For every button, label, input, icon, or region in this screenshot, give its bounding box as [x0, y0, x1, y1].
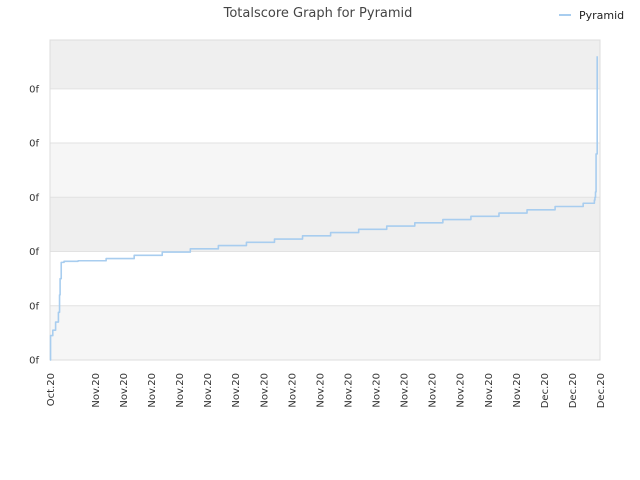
x-tick-label: Nov.20 [484, 373, 495, 408]
x-tick-label: Dec.20 [596, 373, 607, 408]
x-tick-label: Nov.20 [259, 373, 270, 408]
y-tick-label: 0f [29, 301, 39, 312]
x-tick-label: Dec.20 [540, 373, 551, 408]
y-tick-label: 0f [29, 84, 39, 95]
chart-title: Totalscore Graph for Pyramid [223, 6, 413, 21]
x-tick-label: Nov.20 [91, 373, 102, 408]
x-tick-label: Nov.20 [372, 373, 383, 408]
x-tick-label: Oct.20 [46, 373, 57, 406]
legend-label: Pyramid [579, 9, 624, 22]
x-tick-label: Nov.20 [203, 373, 214, 408]
y-tick-label: 0f [29, 193, 39, 204]
y-tick-label: 0f [29, 356, 39, 367]
x-tick-label: Nov.20 [400, 373, 411, 408]
x-tick-label: Nov.20 [512, 373, 523, 408]
x-tick-label: Dec.20 [568, 373, 579, 408]
x-tick-label: Nov.20 [119, 373, 130, 408]
x-tick-label: Nov.20 [287, 373, 298, 408]
x-tick-label: Nov.20 [343, 373, 354, 408]
y-tick-label: 0f [29, 139, 39, 150]
plot-band [50, 197, 600, 252]
x-tick-label: Nov.20 [428, 373, 439, 408]
y-tick-label: 0f [29, 247, 39, 258]
plot-bands [50, 40, 600, 360]
legend: Pyramid [559, 9, 624, 22]
x-tick-label: Nov.20 [315, 373, 326, 408]
plot-band [50, 143, 600, 198]
y-axis-ticks: 0f 0f 0f 0f 0f 0f [29, 84, 39, 366]
plot-band [50, 40, 600, 89]
plot-band [50, 305, 600, 360]
x-tick-label: Nov.20 [147, 373, 158, 408]
plot-band [50, 88, 600, 144]
x-tick-label: Nov.20 [456, 373, 467, 408]
x-tick-label: Nov.20 [231, 373, 242, 408]
x-tick-label: Nov.20 [175, 373, 186, 408]
x-axis-ticks: Oct.20 Nov.20 Nov.20 Nov.20 Nov.20 Nov.20 Nov.… [46, 373, 607, 408]
plot-band [50, 251, 600, 306]
chart: Totalscore Graph for Pyramid Pyramid 0f0… [29, 6, 624, 408]
